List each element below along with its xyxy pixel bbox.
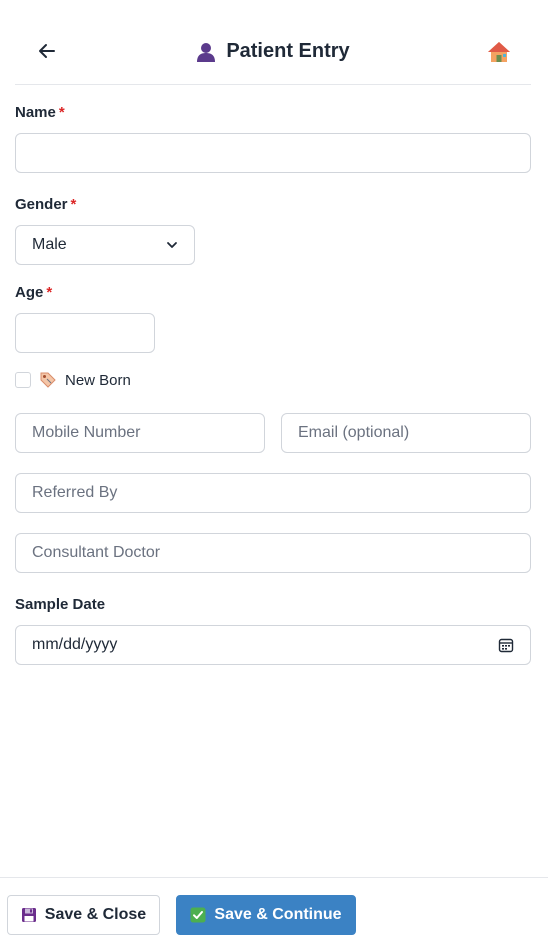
name-label: Name * [15, 104, 65, 121]
required-mark: * [70, 196, 77, 213]
save-continue-button[interactable]: Save & Continue [176, 895, 356, 935]
save-continue-label: Save & Continue [214, 906, 342, 923]
required-mark: * [58, 104, 65, 121]
header-bar: Patient Entry [15, 0, 531, 85]
email-input[interactable] [281, 413, 531, 453]
consultant-doctor-input[interactable] [15, 533, 531, 573]
new-born-row: New Born [15, 371, 131, 389]
save-close-button[interactable]: Save & Close [7, 895, 160, 935]
calendar-icon[interactable] [498, 637, 514, 653]
gender-selected-value: Male [32, 236, 67, 253]
check-box-icon [190, 907, 206, 923]
user-silhouette-icon [197, 42, 216, 62]
floppy-disk-icon [21, 908, 36, 922]
gender-label: Gender * [15, 196, 77, 213]
sample-date-label: Sample Date [15, 596, 106, 613]
sample-date-input[interactable]: mm/dd/yyyy [15, 625, 531, 665]
new-born-checkbox[interactable] [15, 372, 31, 388]
referred-by-input[interactable] [15, 473, 531, 513]
page-title-group: Patient Entry [15, 40, 531, 63]
required-mark: * [46, 284, 53, 301]
gender-select[interactable]: Male [15, 225, 195, 265]
page-title: Patient Entry [226, 40, 350, 62]
name-input[interactable] [15, 133, 531, 173]
tag-icon [40, 372, 56, 388]
age-label: Age * [15, 284, 53, 301]
home-button[interactable] [487, 40, 511, 64]
mobile-number-input[interactable] [15, 413, 265, 453]
footer-bar: Save & Close Save & Continue [0, 877, 548, 948]
sample-date-value: mm/dd/yyyy [32, 636, 118, 653]
chevron-down-icon [167, 242, 177, 248]
age-input[interactable] [15, 313, 155, 353]
save-close-label: Save & Close [44, 906, 147, 923]
new-born-label: New Born [65, 371, 131, 389]
house-icon [488, 42, 510, 62]
